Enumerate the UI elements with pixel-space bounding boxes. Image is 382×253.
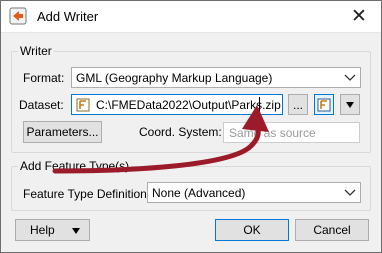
triangle-down-icon (72, 228, 80, 234)
chevron-down-icon (344, 189, 356, 196)
close-button[interactable]: ✕ (337, 1, 381, 32)
dataset-input-value: C:\FMEData2022\Output\Parks.zip (96, 98, 281, 112)
help-button-label: Help (30, 223, 55, 237)
feature-type-definition-select[interactable]: None (Advanced) (147, 182, 361, 203)
coord-system-input[interactable]: Same as source (223, 122, 360, 143)
chevron-down-icon (344, 74, 356, 81)
coord-system-label: Coord. System: (139, 125, 222, 139)
fme-file-type-icon (317, 98, 331, 111)
format-label: Format: (23, 71, 65, 85)
parameters-button[interactable]: Parameters... (23, 121, 102, 143)
cancel-button[interactable]: Cancel (295, 219, 369, 241)
add-writer-dialog: Add Writer ✕ Writer Format: GML (Geograp… (0, 0, 382, 253)
window-title: Add Writer (37, 9, 99, 24)
triangle-down-icon (346, 101, 354, 108)
title-bar: Add Writer ✕ (1, 1, 381, 33)
feature-type-definition-value: None (Advanced) (152, 186, 246, 200)
feature-type-definition-label: Feature Type Definition: (23, 187, 151, 201)
dataset-label: Dataset: (19, 98, 64, 112)
file-type-button[interactable] (314, 94, 334, 115)
fme-file-icon (76, 98, 90, 112)
close-icon: ✕ (351, 6, 367, 27)
help-button[interactable]: Help (15, 219, 90, 241)
add-feature-types-legend: Add Feature Type(s) (18, 159, 132, 173)
parameters-button-label: Parameters... (26, 125, 99, 139)
browse-button[interactable]: ... (288, 94, 308, 115)
writer-group-legend: Writer (18, 44, 54, 58)
fme-writer-app-icon (9, 7, 27, 25)
browse-button-label: ... (292, 97, 303, 112)
ok-button[interactable]: OK (215, 219, 289, 241)
coord-system-placeholder: Same as source (229, 126, 316, 140)
dataset-dropdown-button[interactable] (340, 94, 360, 115)
format-select-value: GML (Geography Markup Language) (76, 71, 273, 85)
dataset-input[interactable]: C:\FMEData2022\Output\Parks.zip (71, 94, 283, 115)
cancel-button-label: Cancel (313, 223, 351, 237)
format-select[interactable]: GML (Geography Markup Language) (71, 67, 361, 88)
text-caret (259, 97, 260, 112)
ok-button-label: OK (243, 223, 261, 237)
